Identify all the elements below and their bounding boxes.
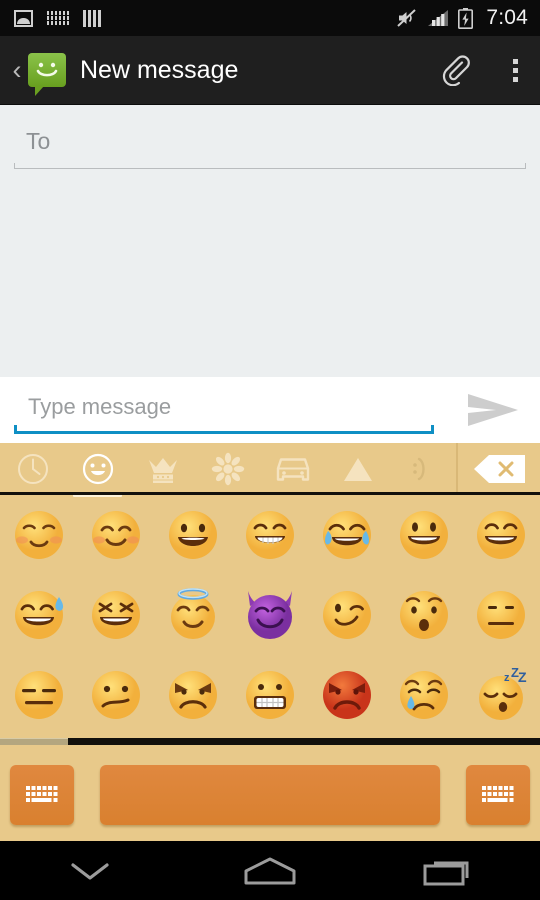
back-button[interactable]: ‹ xyxy=(8,56,26,84)
emoji-smile[interactable] xyxy=(463,495,540,575)
svg-text:Z: Z xyxy=(518,669,527,685)
keyboard-switch-key-right[interactable] xyxy=(466,764,530,825)
emoji-hushed[interactable] xyxy=(386,575,463,655)
app-bar: ‹ New message xyxy=(0,36,540,105)
to-placeholder: To xyxy=(26,128,51,154)
tab-symbols[interactable] xyxy=(326,443,391,495)
emoji-page-scrollbar[interactable] xyxy=(0,738,540,745)
space-key[interactable] xyxy=(100,764,440,825)
phone-screen: 7:04 ‹ New message To Type message z Z Z xyxy=(0,0,540,900)
app-bar-actions xyxy=(440,54,526,87)
emoji-rage[interactable] xyxy=(309,655,386,735)
emoji-confused[interactable] xyxy=(77,655,154,735)
emoji-keyboard: z Z Z xyxy=(0,443,540,841)
sim-bars-icon xyxy=(83,9,101,27)
tab-nature[interactable] xyxy=(195,443,260,495)
volume-mute-icon xyxy=(396,8,418,28)
tab-recent[interactable] xyxy=(0,443,65,495)
emoji-grinning[interactable] xyxy=(386,495,463,575)
emoji-grin[interactable] xyxy=(231,495,308,575)
emoji-neutral-face[interactable] xyxy=(463,575,540,655)
keyboard-switch-key-left[interactable] xyxy=(10,764,74,825)
message-input[interactable]: Type message xyxy=(14,386,434,434)
tab-emoticons[interactable] xyxy=(391,443,456,495)
emoji-grimacing[interactable] xyxy=(231,655,308,735)
messaging-icon[interactable] xyxy=(28,53,66,96)
emoji-blush[interactable] xyxy=(77,495,154,575)
status-bar: 7:04 xyxy=(0,0,540,36)
nav-hide-keyboard[interactable] xyxy=(0,858,180,884)
tab-places[interactable] xyxy=(261,443,326,495)
emoji-tab-strip xyxy=(0,443,456,497)
nav-recents[interactable] xyxy=(360,855,540,887)
status-bar-right-icons: 7:04 xyxy=(396,6,528,30)
send-button[interactable] xyxy=(466,390,520,430)
emoji-grid: z Z Z xyxy=(0,495,540,735)
emoji-smiley[interactable] xyxy=(154,495,231,575)
emoji-joy[interactable] xyxy=(309,495,386,575)
recipient-field[interactable]: To xyxy=(14,121,526,169)
tab-smileys[interactable] xyxy=(65,443,130,497)
emoji-wink[interactable] xyxy=(309,575,386,655)
keyboard-bottom-row xyxy=(0,748,540,841)
message-compose-bar: Type message xyxy=(0,377,540,443)
keyboard-icon xyxy=(47,11,70,25)
backspace-key[interactable] xyxy=(458,443,540,495)
status-bar-clock: 7:04 xyxy=(486,6,528,29)
tab-objects[interactable] xyxy=(130,443,195,495)
signal-bars-icon xyxy=(427,9,449,27)
emoji-innocent[interactable] xyxy=(154,575,231,655)
emoji-cry[interactable] xyxy=(386,655,463,735)
compose-body: To xyxy=(0,105,540,377)
nav-home[interactable] xyxy=(180,855,360,887)
emoji-smiling-imp[interactable] xyxy=(231,575,308,655)
attach-icon[interactable] xyxy=(440,54,470,87)
emoji-sweat-smile[interactable] xyxy=(0,575,77,655)
to-field-underline xyxy=(14,163,526,169)
battery-charging-icon xyxy=(458,7,474,29)
status-bar-left-icons xyxy=(14,9,101,27)
scrollbar-thumb[interactable] xyxy=(0,738,68,745)
system-navigation-bar xyxy=(0,841,540,900)
message-placeholder: Type message xyxy=(28,394,172,419)
emoji-relaxed[interactable] xyxy=(0,495,77,575)
screenshot-icon xyxy=(14,9,33,27)
page-title: New message xyxy=(80,55,239,84)
emoji-laughing[interactable] xyxy=(77,575,154,655)
emoji-angry[interactable] xyxy=(154,655,231,735)
emoji-expressionless[interactable] xyxy=(0,655,77,735)
emoji-sleeping[interactable]: z Z Z xyxy=(463,655,540,735)
svg-text:z: z xyxy=(504,672,510,684)
overflow-menu-icon[interactable] xyxy=(504,58,526,82)
emoji-category-tabs xyxy=(0,443,540,497)
message-input-underline xyxy=(14,425,434,434)
